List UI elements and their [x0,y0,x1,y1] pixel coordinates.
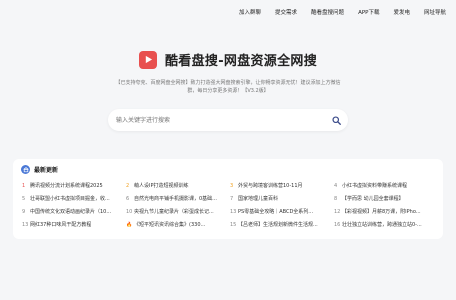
nav-afdian[interactable]: 爱发电 [393,8,410,16]
item-title: 腾讯视频分流计划系统课程2025 [30,183,103,189]
nav-join-group[interactable]: 加入群聊 [239,8,261,16]
item-number: 8 [334,195,338,202]
list-item[interactable]: 5 壮哥联盟小红书虚拟项目掘金，收... [22,195,126,203]
list-item[interactable]: 15 【吕老师】生活规划新微件生活规... [230,221,334,229]
list-item[interactable]: 🔥 《短平短讯资讯综合集》(330... [126,221,230,229]
list-item[interactable]: 13 网红37种口味风干配方教程 [22,221,126,229]
list-item[interactable]: 7 国家地理儿童百科 [230,195,334,203]
item-number: 7 [230,195,234,202]
nav-problem-group[interactable]: 酷看盘搜问题 [311,8,344,16]
item-title: 中国传统文化双语动画纪录片（10... [30,209,112,215]
item-number: 3 [230,182,234,189]
top-navigation: 加入群聊 提交需求 酷看盘搜问题 APP下载 爱发电 网址导航 [225,8,446,16]
search-bar [108,109,348,131]
list-item[interactable]: 4 小红书虚拟资料带赚系统课程 [334,182,438,190]
list-item[interactable]: 8 【学而思 幼儿园全套课程】 [334,195,438,203]
item-title: 萌人设IP打造短视频训练 [134,183,189,189]
item-title: 国家地理儿童百科 [238,196,279,202]
item-title: 自然光电商平铺手机摄影课，0基础... [134,196,217,202]
list-item[interactable]: 3 外贸与跨境客训练营10-11月 [230,182,334,190]
list-item[interactable]: 9 中国传统文化双语动画纪录片（10... [22,208,126,216]
item-title: 《短平短讯资讯综合集》(330... [134,222,206,228]
item-number: 6 [126,195,130,202]
search-icon [331,115,341,125]
item-title: 外贸与跨境客训练营10-11月 [238,183,303,189]
item-number: 9 [22,208,26,215]
item-number: 16 [334,221,341,228]
update-icon [21,165,30,174]
list-item[interactable]: 2 萌人设IP打造短视频训练 [126,182,230,190]
item-number: 4 [334,182,338,189]
list-item[interactable]: 16 壮壮独立站训练营，跨通独立站0-... [334,221,438,229]
item-title: 【彩视视频】月薪8万课，附IPho... [342,209,421,215]
item-title: 网红37种口味风干配方教程 [30,222,92,228]
nav-site-navigation[interactable]: 网址导航 [424,8,446,16]
item-title: 央视九节儿童纪录片（彩蛋成长记... [134,209,214,215]
item-title: 【吕老师】生活规划新微件生活规... [238,222,318,228]
list-item[interactable]: 13 PS零基础全攻略｜ABCD全系列... [230,208,334,216]
item-number: 15 [230,221,237,228]
search-button[interactable] [326,110,346,130]
nav-app-download[interactable]: APP下载 [358,8,379,16]
latest-updates-panel: 最新更新 1 腾讯视频分流计划系统课程2025 2 萌人设IP打造短视频训练 3 外贸与跨… [13,159,443,239]
list-item[interactable]: 6 自然光电商平铺手机摄影课，0基础... [126,195,230,203]
item-title: 壮壮独立站训练营，跨通独立站0-... [342,222,422,228]
item-number: 5 [22,195,26,202]
brand: 酷看盘搜-网盘资源全网搜 [0,50,456,69]
item-number: 12 [334,208,341,215]
description-line-2: 群，每日分享更多资源！【V3.2版】 [187,88,269,94]
list-item[interactable]: 10 央视九节儿童纪录片（彩蛋成长记... [126,208,230,216]
latest-updates-header: 最新更新 [21,165,58,174]
item-number: 13 [230,208,237,215]
site-title: 酷看盘搜-网盘资源全网搜 [165,54,317,69]
item-number: 1 [22,182,26,189]
item-number: 2 [126,182,130,189]
list-item[interactable]: 12 【彩视视频】月薪8万课，附IPho... [334,208,438,216]
list-item[interactable]: 1 腾讯视频分流计划系统课程2025 [22,182,126,190]
item-title: 壮哥联盟小红书虚拟项目掘金，收... [30,196,110,202]
nav-submit-request[interactable]: 提交需求 [275,8,297,16]
item-title: 【学而思 幼儿园全套课程】 [342,196,404,202]
latest-updates-title: 最新更新 [34,167,59,174]
item-number: 🔥 [126,221,133,228]
description-line-1: 【已支持夸克、百度网盘全网搜】致力打造强大网盘搜索引擎，让你畅享资源无忧！建议添… [115,80,341,86]
play-icon [139,50,157,69]
site-description: 【已支持夸克、百度网盘全网搜】致力打造强大网盘搜索引擎，让你畅享资源无忧！建议添… [0,79,456,95]
item-title: PS零基础全攻略｜ABCD全系列... [238,209,314,215]
item-number: 10 [126,208,133,215]
item-title: 小红书虚拟资料带赚系统课程 [342,183,408,189]
search-input[interactable] [108,109,326,131]
item-number: 13 [22,221,29,228]
latest-updates-list: 1 腾讯视频分流计划系统课程2025 2 萌人设IP打造短视频训练 3 外贸与跨境客训练营… [22,182,438,229]
